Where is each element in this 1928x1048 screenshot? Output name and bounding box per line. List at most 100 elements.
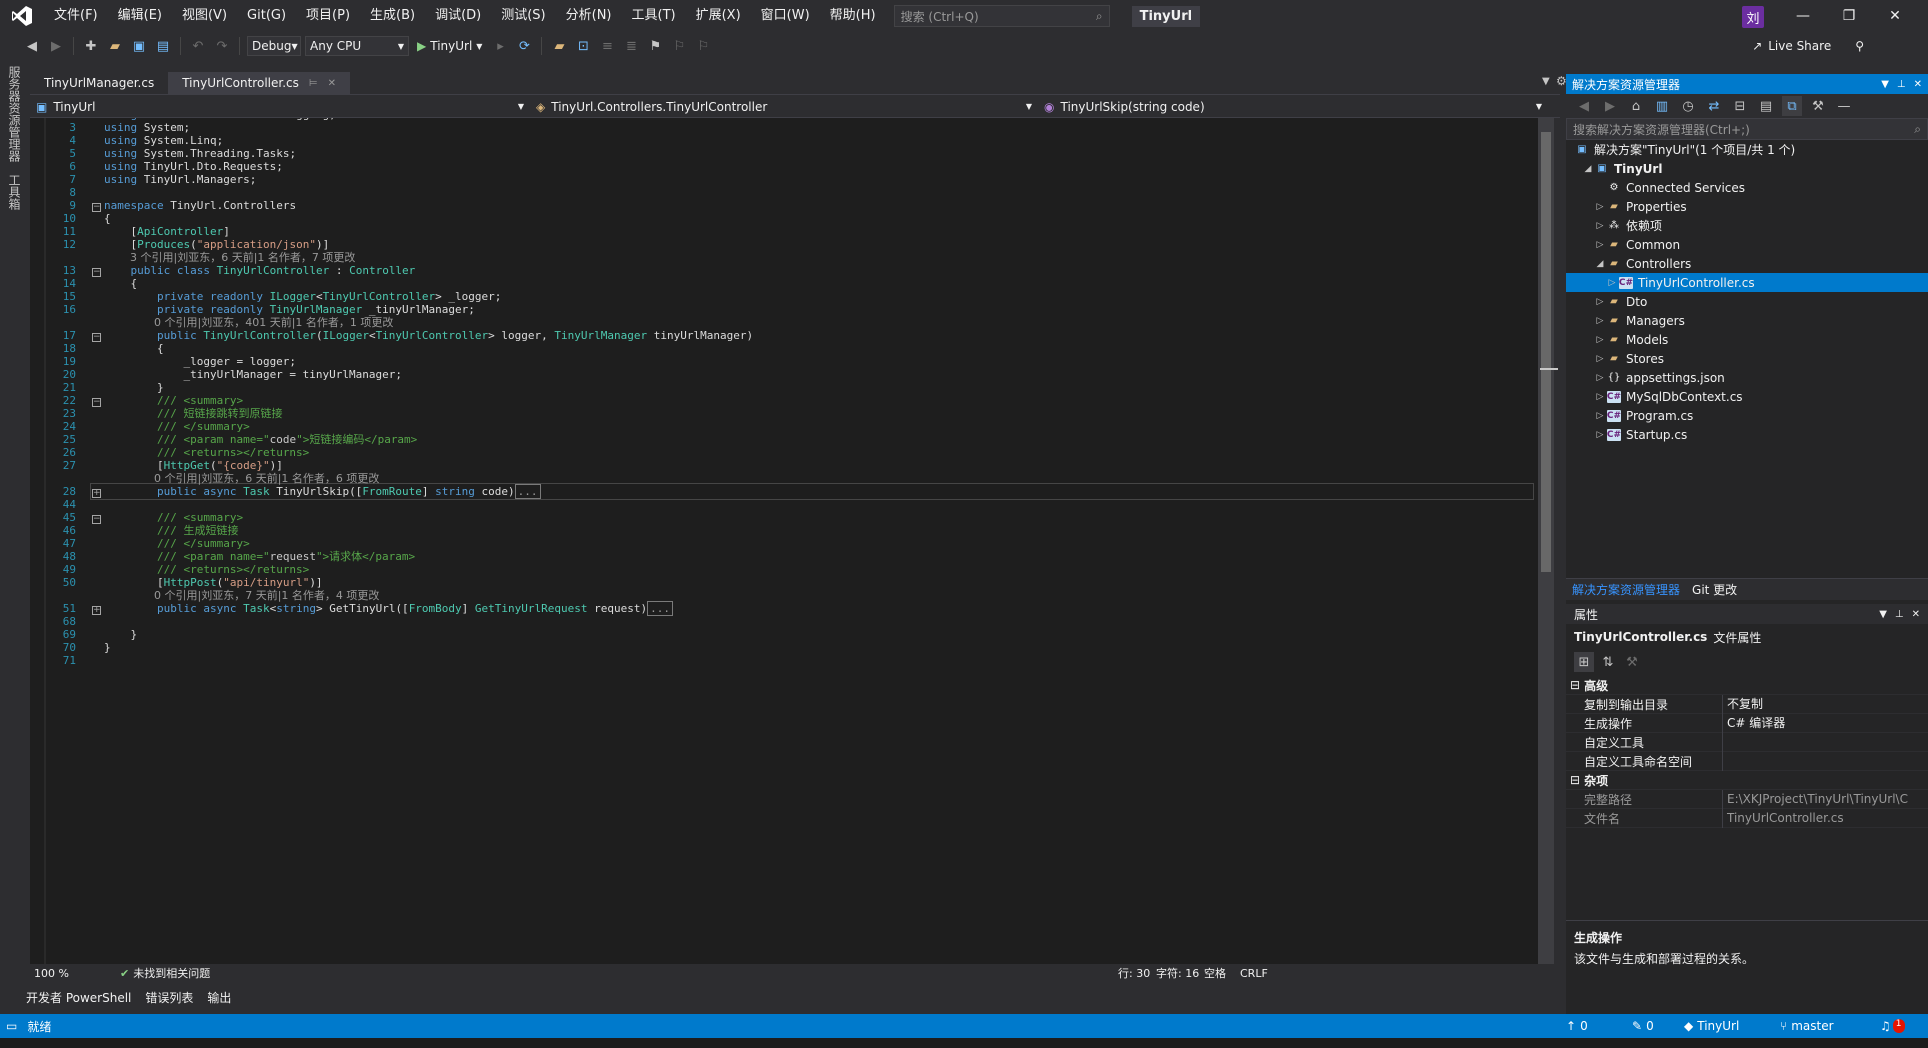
menu-debug[interactable]: 调试(D) (425, 0, 491, 32)
live-share-button[interactable]: ↗ Live Share ⚲ (1752, 32, 1864, 60)
collapsed-arrow-icon[interactable]: ▷ (1594, 335, 1606, 345)
tree-dto[interactable]: ▷ ▰ Dto (1566, 292, 1928, 311)
close-icon[interactable]: ✕ (1912, 609, 1920, 620)
avatar[interactable]: 刘 (1742, 6, 1764, 28)
categorized-icon[interactable]: ⊞ (1574, 652, 1594, 672)
tab-tinyurlcontroller[interactable]: TinyUrlController.cs ⊨ ✕ (168, 72, 350, 94)
property-value[interactable] (1722, 751, 1928, 771)
scrollbar-thumb[interactable] (1541, 132, 1551, 572)
zoom-level[interactable]: 100 % (30, 967, 90, 980)
tree-common[interactable]: ▷ ▰ Common (1566, 235, 1928, 254)
collapsed-arrow-icon[interactable]: ▷ (1594, 430, 1606, 440)
refresh-icon[interactable]: ⟳ (514, 36, 534, 56)
minimize-button[interactable]: — (1780, 0, 1826, 32)
property-row[interactable]: 复制到输出目录 不复制 (1566, 694, 1928, 714)
collapsed-arrow-icon[interactable]: ▷ (1594, 392, 1606, 402)
minus-icon[interactable]: — (1834, 96, 1854, 116)
bookmark-icon[interactable]: ⚑ (645, 36, 665, 56)
property-category-advanced[interactable]: ⊟ 高级 (1566, 676, 1928, 695)
browse-icon[interactable]: ▰ (549, 36, 569, 56)
tab-error-list[interactable]: 错误列表 (145, 989, 193, 1006)
collapse-region-icon[interactable]: − (92, 268, 101, 277)
forward-icon[interactable]: ▶ (1600, 96, 1620, 116)
feedback-icon[interactable]: ⚲ (1855, 39, 1864, 53)
tree-controllers[interactable]: ◢ ▰ Controllers (1566, 254, 1928, 273)
maximize-button[interactable]: ❐ (1826, 0, 1872, 32)
tab-git-changes[interactable]: Git 更改 (1692, 581, 1737, 598)
tree-program[interactable]: ▷ C# Program.cs (1566, 406, 1928, 425)
collapse-region-icon[interactable]: − (92, 333, 101, 342)
preview-icon[interactable]: ⧉ (1782, 96, 1802, 116)
member-dropdown[interactable]: ◉ TinyUrlSkip(string code) ▼ (1038, 97, 1548, 117)
property-row[interactable]: 自定义工具 (1566, 732, 1928, 752)
tree-startup[interactable]: ▷ C# Startup.cs (1566, 425, 1928, 444)
unpushed-commits[interactable]: ↑ 0 (1566, 1019, 1588, 1033)
property-row[interactable]: 生成操作 C# 编译器 (1566, 713, 1928, 733)
home-icon[interactable]: ⌂ (1626, 96, 1646, 116)
menu-help[interactable]: 帮助(H) (820, 0, 886, 32)
platform-select[interactable]: Any CPU ▼ (305, 36, 409, 56)
chevron-down-icon[interactable]: ▼ (1879, 609, 1887, 620)
collapsed-region[interactable]: ... (647, 601, 673, 616)
collapsed-region[interactable]: ... (514, 484, 541, 499)
menu-analyze[interactable]: 分析(N) (556, 0, 622, 32)
search-input[interactable]: 搜索 (Ctrl+Q) ⌕ (893, 5, 1110, 27)
tree-connected-services[interactable]: ⚙ Connected Services (1566, 178, 1928, 197)
tab-tinyurlmanager[interactable]: TinyUrlManager.cs (30, 72, 168, 94)
back-icon[interactable]: ◀ (1574, 96, 1594, 116)
collapsed-arrow-icon[interactable]: ▷ (1594, 373, 1606, 383)
toolbox-tab[interactable]: 工具箱 (0, 168, 29, 216)
menu-project[interactable]: 项目(P) (296, 0, 360, 32)
history-icon[interactable]: ◷ (1678, 96, 1698, 116)
save-all-icon[interactable]: ▤ (153, 36, 173, 56)
tree-project[interactable]: ◢ ▣ TinyUrl (1566, 159, 1928, 178)
expanded-arrow-icon[interactable]: ◢ (1594, 259, 1606, 269)
line-ending-indicator[interactable]: CRLF (1240, 967, 1268, 980)
collapsed-arrow-icon[interactable]: ▷ (1594, 240, 1606, 250)
prev-bookmark-icon[interactable]: ⚐ (669, 36, 689, 56)
collapsed-arrow-icon[interactable]: ▷ (1594, 316, 1606, 326)
forward-icon[interactable]: ▶ (46, 36, 66, 56)
alphabetical-icon[interactable]: ⇅ (1598, 652, 1618, 672)
collapsed-arrow-icon[interactable]: ▷ (1594, 354, 1606, 364)
property-category-misc[interactable]: ⊟ 杂项 (1566, 771, 1928, 790)
property-row[interactable]: 文件名 TinyUrlController.cs (1566, 808, 1928, 828)
menu-git[interactable]: Git(G) (237, 0, 296, 32)
notifications-button[interactable]: ♫ 1 (1880, 1019, 1905, 1033)
project-dropdown[interactable]: ▣ TinyUrl ▼ (30, 97, 530, 117)
open-folder-icon[interactable]: ▰ (105, 36, 125, 56)
class-dropdown[interactable]: ◈ TinyUrl.Controllers.TinyUrlController … (530, 97, 1038, 117)
menu-tools[interactable]: 工具(T) (622, 0, 686, 32)
collapse-icon[interactable]: ⊟ (1566, 678, 1580, 692)
menu-test[interactable]: 测试(S) (491, 0, 555, 32)
comment-icon[interactable]: ≣ (621, 36, 641, 56)
menu-edit[interactable]: 编辑(E) (108, 0, 172, 32)
property-value[interactable] (1722, 732, 1928, 752)
menu-window[interactable]: 窗口(W) (751, 0, 820, 32)
property-value[interactable]: 不复制 (1722, 694, 1928, 714)
start-debugging-button[interactable]: ▶ TinyUrl ▼ (413, 39, 486, 53)
save-icon[interactable]: ▣ (129, 36, 149, 56)
tab-output[interactable]: 输出 (207, 989, 231, 1006)
collapse-region-icon[interactable]: − (92, 515, 101, 524)
tree-solution[interactable]: ▣ 解决方案"TinyUrl"(1 个项目/共 1 个) (1566, 140, 1928, 159)
chevron-down-icon[interactable]: ▼ (1881, 79, 1889, 90)
code-area[interactable]: using Microsoft.AspNetCore.Mvc; using Mi… (104, 118, 1544, 964)
close-icon[interactable]: ✕ (328, 78, 336, 89)
tab-overflow-icon[interactable]: ▼ (1542, 76, 1550, 87)
tab-developer-powershell[interactable]: 开发者 PowerShell (26, 989, 131, 1006)
menu-file[interactable]: 文件(F) (44, 0, 108, 32)
collapse-all-icon[interactable]: ⊟ (1730, 96, 1750, 116)
property-row[interactable]: 完整路径 E:\XKJProject\TinyUrl\TinyUrl\C (1566, 789, 1928, 809)
expanded-arrow-icon[interactable]: ◢ (1582, 164, 1594, 174)
tab-solution-explorer[interactable]: 解决方案资源管理器 (1572, 581, 1680, 598)
repository-selector[interactable]: ◆ TinyUrl (1684, 1019, 1739, 1033)
pin-icon[interactable]: ⊨ (309, 78, 318, 89)
code-editor[interactable]: 1234567891011121314151617181920212223242… (30, 118, 1546, 964)
back-icon[interactable]: ◀ (22, 36, 42, 56)
tree-models[interactable]: ▷ ▰ Models (1566, 330, 1928, 349)
collapsed-arrow-icon[interactable]: ▷ (1606, 278, 1618, 288)
sync-icon[interactable]: ⇄ (1704, 96, 1724, 116)
server-explorer-tab[interactable]: 服务器资源管理器 (0, 60, 29, 168)
tree-mysqldbcontext[interactable]: ▷ C# MySqlDbContext.cs (1566, 387, 1928, 406)
